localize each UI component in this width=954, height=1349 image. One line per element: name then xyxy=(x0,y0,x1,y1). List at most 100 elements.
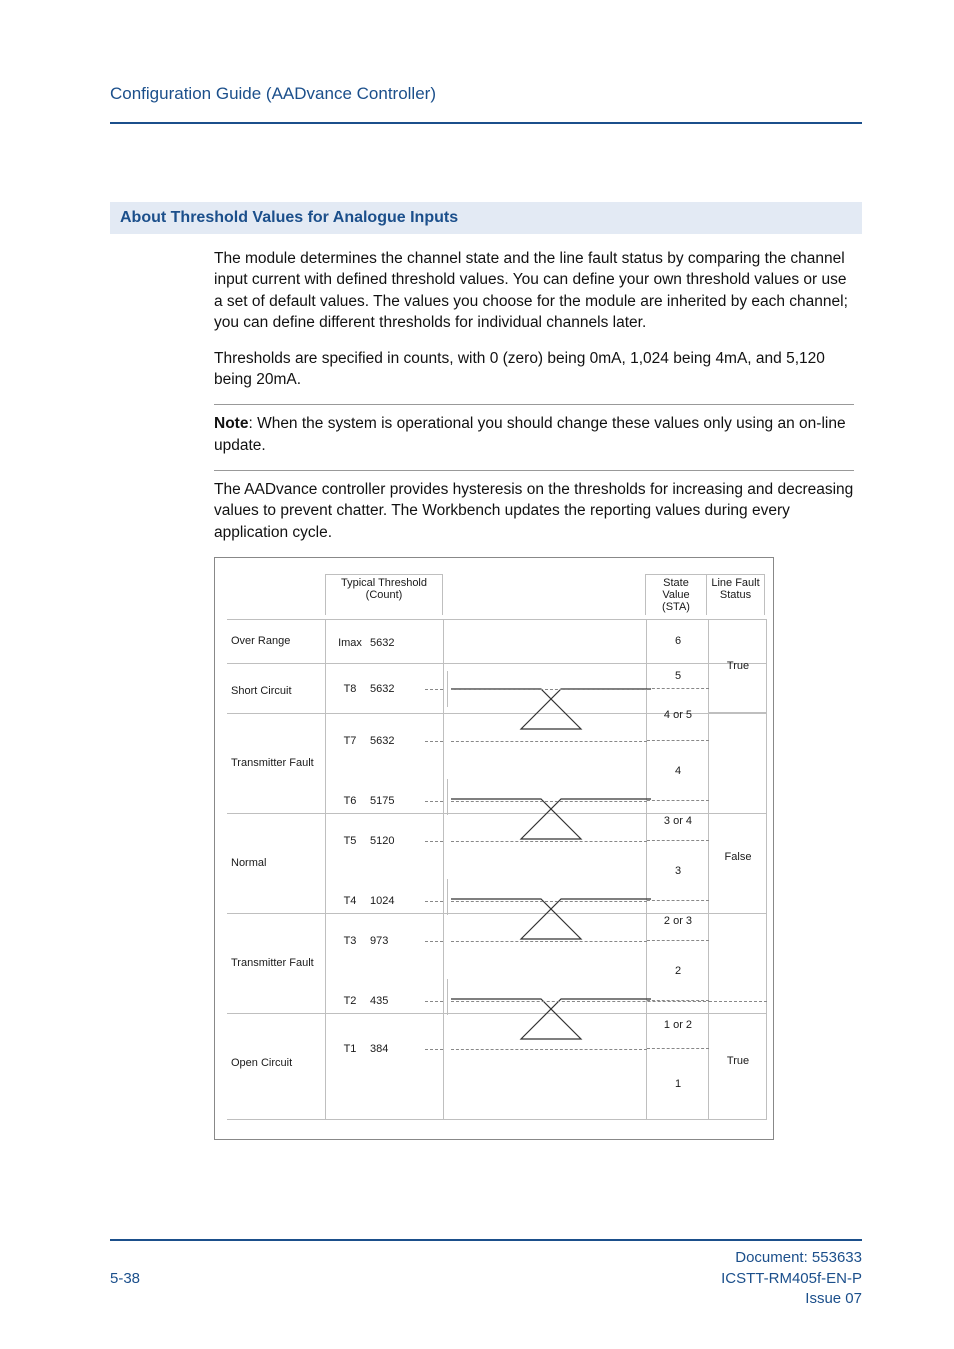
thresh-value: 384 xyxy=(370,1043,422,1055)
sta-6: 6 xyxy=(647,619,709,663)
thresh-t6: T6 5175 xyxy=(333,791,443,811)
hdr-state-value: State Value (STA) xyxy=(645,574,707,615)
lf-true-top: True xyxy=(709,619,767,713)
tick xyxy=(447,979,448,1015)
thresh-dash xyxy=(425,801,443,802)
hdr-blank xyxy=(227,574,325,615)
thresh-value: 973 xyxy=(370,935,422,947)
lf-true-bottom: True xyxy=(709,1001,767,1119)
tick xyxy=(447,779,448,815)
hdr-line-fault: Line Fault Status xyxy=(707,574,765,615)
v-border xyxy=(443,619,444,1119)
thresh-value: 5632 xyxy=(370,735,422,747)
dash-line xyxy=(451,741,647,742)
thresh-t2: T2 435 xyxy=(333,991,443,1011)
sta-1: 1 xyxy=(647,1049,709,1119)
thresh-value: 5632 xyxy=(370,637,422,649)
sta-3or4: 3 or 4 xyxy=(647,801,709,841)
note-paragraph: Note: When the system is operational you… xyxy=(214,413,854,456)
state-short-circuit: Short Circuit xyxy=(227,674,325,708)
sta-1or2: 1 or 2 xyxy=(647,1001,709,1049)
tx-fault-label-2: Transmitter Fault xyxy=(231,957,314,969)
hysteresis-icon xyxy=(451,679,651,739)
footer-doc-info: Document: 553633 ICSTT-RM405f-EN-P Issue… xyxy=(721,1248,862,1309)
thresh-label: T2 xyxy=(333,995,367,1007)
thresh-t5: T5 5120 xyxy=(333,831,443,851)
v-border xyxy=(325,619,326,1119)
thresh-t4: T4 1024 xyxy=(333,891,443,911)
thresh-label: T6 xyxy=(333,795,367,807)
page-header: Configuration Guide (AADvance Controller… xyxy=(110,84,862,122)
dash-line xyxy=(451,1049,647,1050)
state-normal: Normal xyxy=(227,813,325,913)
header-rule xyxy=(110,122,862,124)
dash-line xyxy=(451,689,647,690)
hysteresis-icon xyxy=(451,989,651,1049)
tick xyxy=(447,671,448,707)
thresh-label: T3 xyxy=(333,935,367,947)
state-tx-fault-lower: Transmitter Fault xyxy=(227,913,325,1013)
thresh-dash xyxy=(425,741,443,742)
thresh-t7: T7 5632 xyxy=(333,731,443,751)
diagram-body: Over Range Short Circuit Transmitter Fau… xyxy=(215,619,773,1139)
thresh-label: T7 xyxy=(333,735,367,747)
state-over-range: Over Range xyxy=(227,624,325,658)
lf-false: False xyxy=(709,713,767,1001)
footer-rule xyxy=(110,1239,862,1241)
h-sep xyxy=(227,1119,767,1120)
thresh-t1: T1 384 xyxy=(333,1039,443,1059)
hysteresis-icon xyxy=(451,789,651,849)
sta-4: 4 xyxy=(647,741,709,801)
footer-doc-line1: Document: 553633 xyxy=(721,1248,862,1268)
hdr-typical-threshold: Typical Threshold (Count) xyxy=(325,574,443,615)
thresh-label: T5 xyxy=(333,835,367,847)
sta-5: 5 xyxy=(647,663,709,689)
sta-4or5: 4 or 5 xyxy=(647,689,709,741)
state-tx-fault-upper: Transmitter Fault xyxy=(227,713,325,813)
hysteresis-icon xyxy=(451,889,651,949)
sta-2or3: 2 or 3 xyxy=(647,901,709,941)
footer-doc-line3: Issue 07 xyxy=(721,1289,862,1309)
tx-fault-label-1: Transmitter Fault xyxy=(231,757,314,769)
thresh-value: 5175 xyxy=(370,795,422,807)
thresh-t3: T3 973 xyxy=(333,931,443,951)
thresh-label: T1 xyxy=(333,1043,367,1055)
footer-doc-line2: ICSTT-RM405f-EN-P xyxy=(721,1269,862,1289)
note-text: : When the system is operational you sho… xyxy=(214,415,846,453)
paragraph-2: Thresholds are specified in counts, with… xyxy=(214,348,854,391)
dash-line xyxy=(451,901,647,902)
thresh-value: 5632 xyxy=(370,683,422,695)
thresh-dash xyxy=(425,1049,443,1050)
sta-3: 3 xyxy=(647,841,709,901)
note-label: Note xyxy=(214,415,248,432)
body-text: The module determines the channel state … xyxy=(214,248,854,543)
thresh-dash xyxy=(425,941,443,942)
hdr-gap xyxy=(443,574,645,615)
thresh-dash xyxy=(425,901,443,902)
sta-2: 2 xyxy=(647,941,709,1001)
dash-line xyxy=(451,841,647,842)
section-heading: About Threshold Values for Analogue Inpu… xyxy=(110,202,862,234)
dash-line xyxy=(451,941,647,942)
thresh-dash xyxy=(425,841,443,842)
note-bottom-rule xyxy=(214,470,854,471)
diagram-header-row: Typical Threshold (Count) State Value (S… xyxy=(215,558,773,619)
thresh-label: T4 xyxy=(333,895,367,907)
state-open-circuit: Open Circuit xyxy=(227,1013,325,1113)
thresh-dash xyxy=(425,1001,443,1002)
thresh-t8: T8 5632 xyxy=(333,679,443,699)
threshold-diagram: Typical Threshold (Count) State Value (S… xyxy=(214,557,774,1140)
thresh-label: T8 xyxy=(333,683,367,695)
thresh-value: 5120 xyxy=(370,835,422,847)
tick xyxy=(447,879,448,915)
footer-page-number: 5-38 xyxy=(110,1270,140,1287)
thresh-imax: Imax 5632 xyxy=(333,633,443,653)
dash-line xyxy=(451,801,647,802)
thresh-dash xyxy=(425,689,443,690)
paragraph-3: The AADvance controller provides hystere… xyxy=(214,479,854,543)
paragraph-1: The module determines the channel state … xyxy=(214,248,854,334)
thresh-label: Imax xyxy=(333,637,367,649)
thresh-value: 1024 xyxy=(370,895,422,907)
note-top-rule xyxy=(214,404,854,405)
thresh-value: 435 xyxy=(370,995,422,1007)
